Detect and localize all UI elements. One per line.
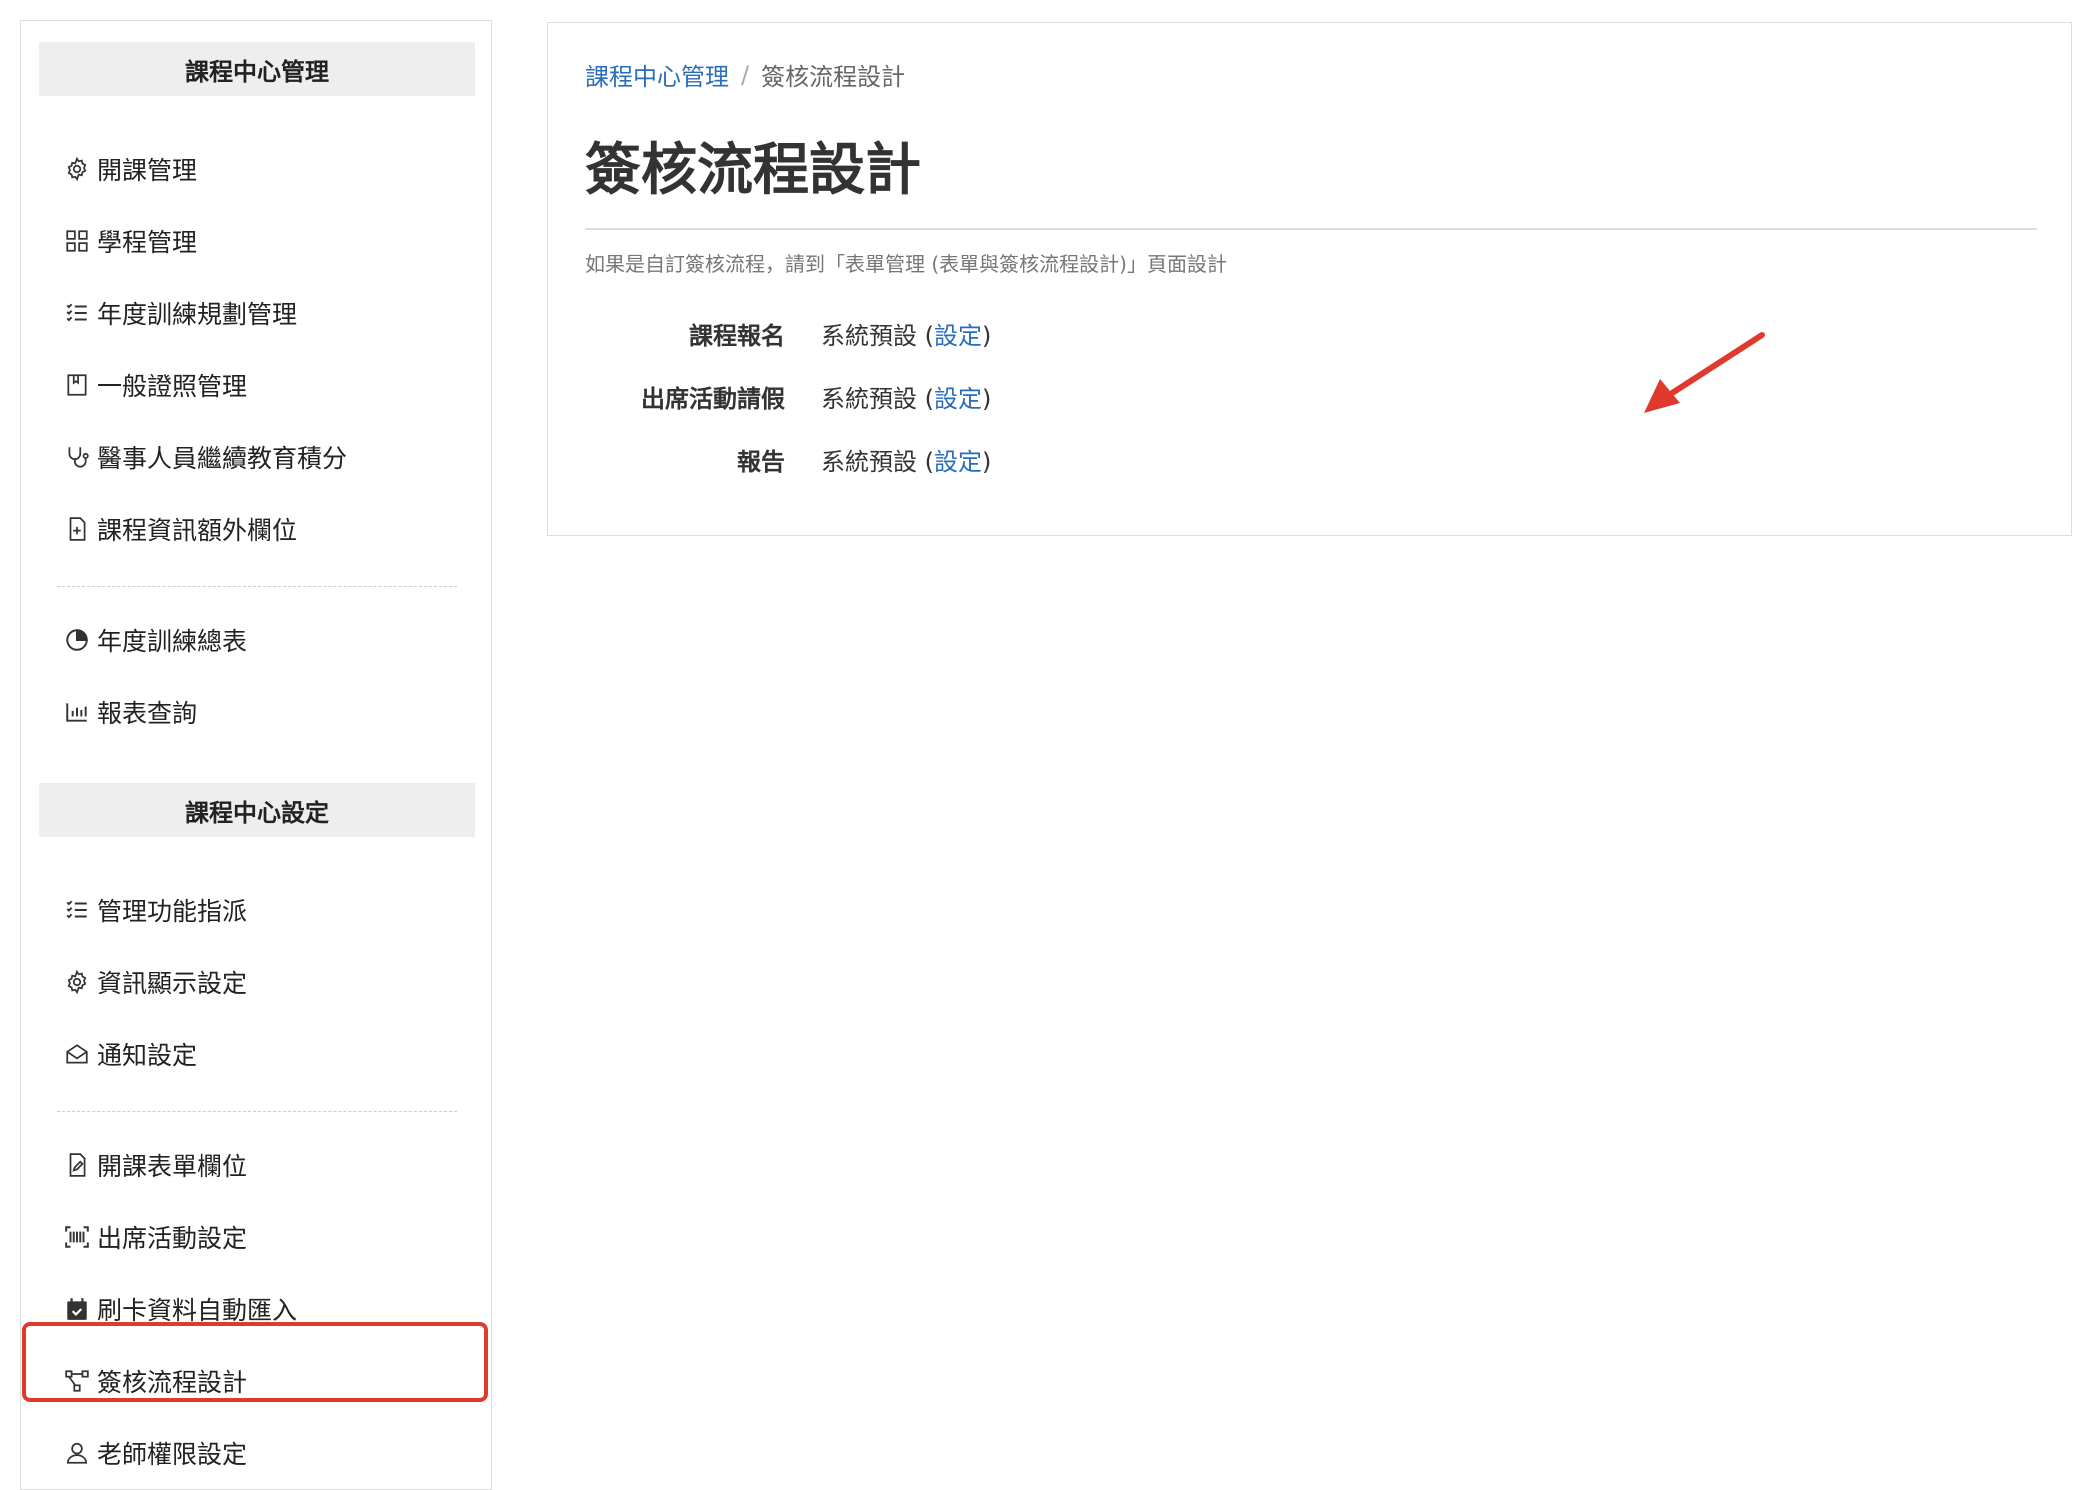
envelope-open-icon xyxy=(63,1040,91,1068)
sidebar-item-label: 開課表單欄位 xyxy=(97,1152,248,1181)
sidebar-item-label: 老師權限設定 xyxy=(97,1440,248,1469)
sidebar-item-label: 通知設定 xyxy=(97,1041,198,1070)
sidebar-item-function-assignment[interactable]: 管理功能指派 xyxy=(63,890,247,930)
sidebar-item-notification-settings[interactable]: 通知設定 xyxy=(63,1034,197,1074)
user-icon xyxy=(63,1439,91,1467)
sidebar-item-label: 課程資訊額外欄位 xyxy=(97,516,298,545)
title-divider xyxy=(585,228,2037,230)
setting-value-text: 系統預設 xyxy=(821,384,917,413)
file-edit-icon xyxy=(63,1151,91,1179)
sidebar: 課程中心管理 開課管理 學程管理 年度訓練規劃管理 一般證照管理 醫事人員繼續教… xyxy=(20,20,492,1490)
setting-value-text: 系統預設 xyxy=(821,321,917,350)
sidebar-item-course-management[interactable]: 開課管理 xyxy=(63,149,197,189)
file-plus-icon xyxy=(63,515,91,543)
pie-chart-icon xyxy=(63,626,91,654)
setting-label: 課程報名 xyxy=(689,321,785,350)
sidebar-item-course-form-fields[interactable]: 開課表單欄位 xyxy=(63,1145,247,1185)
setting-label: 報告 xyxy=(737,447,785,476)
sidebar-item-label: 管理功能指派 xyxy=(97,897,248,926)
active-item-highlight xyxy=(22,1322,488,1402)
setting-value: 系統預設 (設定) xyxy=(821,316,991,351)
breadcrumb-separator: / xyxy=(741,60,750,89)
sidebar-item-medical-credits[interactable]: 醫事人員繼續教育積分 xyxy=(63,437,347,477)
page-hint: 如果是自訂簽核流程，請到「表單管理 (表單與簽核流程設計)」頁面設計 xyxy=(585,252,1227,276)
setting-row: 課程報名 系統預設 (設定) xyxy=(585,311,991,355)
sidebar-item-label: 年度訓練總表 xyxy=(97,627,248,656)
paren-close: ) xyxy=(982,321,992,350)
sidebar-item-program-management[interactable]: 學程管理 xyxy=(63,221,197,261)
paren-open: ( xyxy=(924,447,935,476)
paren-close: ) xyxy=(982,447,992,476)
sidebar-item-label: 開課管理 xyxy=(97,156,198,185)
breadcrumb: 課程中心管理 / 簽核流程設計 xyxy=(585,57,905,92)
sidebar-item-label: 一般證照管理 xyxy=(97,372,248,401)
setting-value-text: 系統預設 xyxy=(821,447,917,476)
gear-icon xyxy=(63,155,91,183)
sidebar-item-display-settings[interactable]: 資訊顯示設定 xyxy=(63,962,247,1002)
stethoscope-icon xyxy=(63,443,91,471)
checklist-icon xyxy=(63,299,91,327)
sidebar-section-title-settings: 課程中心設定 xyxy=(39,783,475,837)
barcode-scan-icon xyxy=(63,1223,91,1251)
sidebar-item-certificate-management[interactable]: 一般證照管理 xyxy=(63,365,247,405)
setting-configure-link[interactable]: 設定 xyxy=(934,385,982,413)
sidebar-item-label: 資訊顯示設定 xyxy=(97,969,248,998)
sidebar-divider xyxy=(57,1111,457,1112)
paren-close: ) xyxy=(982,384,992,413)
paren-open: ( xyxy=(924,321,935,350)
setting-row: 報告 系統預設 (設定) xyxy=(585,437,991,481)
calendar-check-icon xyxy=(63,1295,91,1323)
sidebar-item-teacher-permissions[interactable]: 老師權限設定 xyxy=(63,1433,247,1473)
sidebar-item-course-extra-fields[interactable]: 課程資訊額外欄位 xyxy=(63,509,297,549)
sidebar-item-annual-training-plan[interactable]: 年度訓練規劃管理 xyxy=(63,293,297,333)
setting-configure-link[interactable]: 設定 xyxy=(934,448,982,476)
setting-configure-link[interactable]: 設定 xyxy=(934,322,982,350)
page-title: 簽核流程設計 xyxy=(585,138,921,203)
setting-value: 系統預設 (設定) xyxy=(821,442,991,477)
grid-icon xyxy=(63,227,91,255)
gear-icon xyxy=(63,968,91,996)
sidebar-item-label: 學程管理 xyxy=(97,228,198,257)
sidebar-divider xyxy=(57,586,457,587)
sidebar-section-title-management: 課程中心管理 xyxy=(39,42,475,96)
setting-value: 系統預設 (設定) xyxy=(821,379,991,414)
paren-open: ( xyxy=(924,384,935,413)
bookmark-book-icon xyxy=(63,371,91,399)
sidebar-item-label: 出席活動設定 xyxy=(97,1224,248,1253)
sidebar-item-annual-training-summary[interactable]: 年度訓練總表 xyxy=(63,620,247,660)
setting-label: 出席活動請假 xyxy=(641,384,785,413)
sidebar-item-attendance-settings[interactable]: 出席活動設定 xyxy=(63,1217,247,1257)
bar-chart-icon xyxy=(63,698,91,726)
sidebar-item-label: 報表查詢 xyxy=(97,699,198,728)
breadcrumb-link-course-center[interactable]: 課程中心管理 xyxy=(585,57,729,92)
sidebar-item-label: 年度訓練規劃管理 xyxy=(97,300,298,329)
breadcrumb-current: 簽核流程設計 xyxy=(761,63,906,91)
sidebar-item-label: 醫事人員繼續教育積分 xyxy=(97,444,348,473)
setting-row: 出席活動請假 系統預設 (設定) xyxy=(585,374,991,418)
main-panel: 課程中心管理 / 簽核流程設計 簽核流程設計 如果是自訂簽核流程，請到「表單管理… xyxy=(547,22,2072,536)
checklist-icon xyxy=(63,896,91,924)
annotation-arrow-icon xyxy=(1644,332,1765,413)
sidebar-item-report-query[interactable]: 報表查詢 xyxy=(63,692,197,732)
